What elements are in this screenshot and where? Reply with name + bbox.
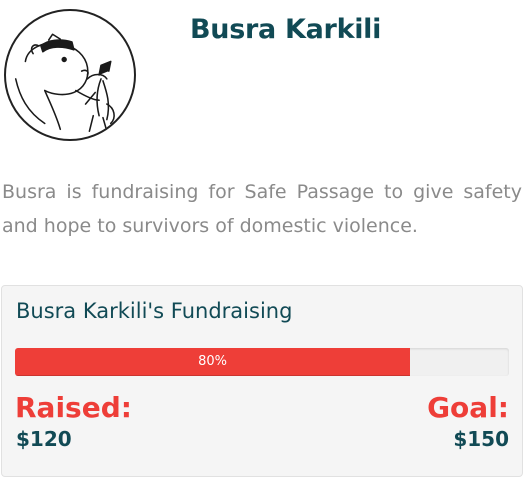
- raised-label: Raised:: [15, 391, 132, 424]
- fundraising-title: Busra Karkili's Fundraising: [16, 299, 293, 323]
- raised-amount: $120: [16, 427, 72, 451]
- fundraising-card: Busra Karkili's Fundraising 80% Raised: …: [1, 285, 523, 477]
- polar-bear-drawing-icon: [14, 33, 115, 133]
- goal-amount: $150: [453, 427, 509, 451]
- progress-bar-fill: 80%: [15, 348, 411, 376]
- profile-name: Busra Karkili: [190, 14, 382, 45]
- fundraiser-description: Busra is fundraising for Safe Passage to…: [2, 181, 522, 237]
- progress-bar: 80%: [15, 348, 509, 376]
- profile-avatar: [4, 9, 136, 141]
- goal-label: Goal:: [427, 391, 509, 424]
